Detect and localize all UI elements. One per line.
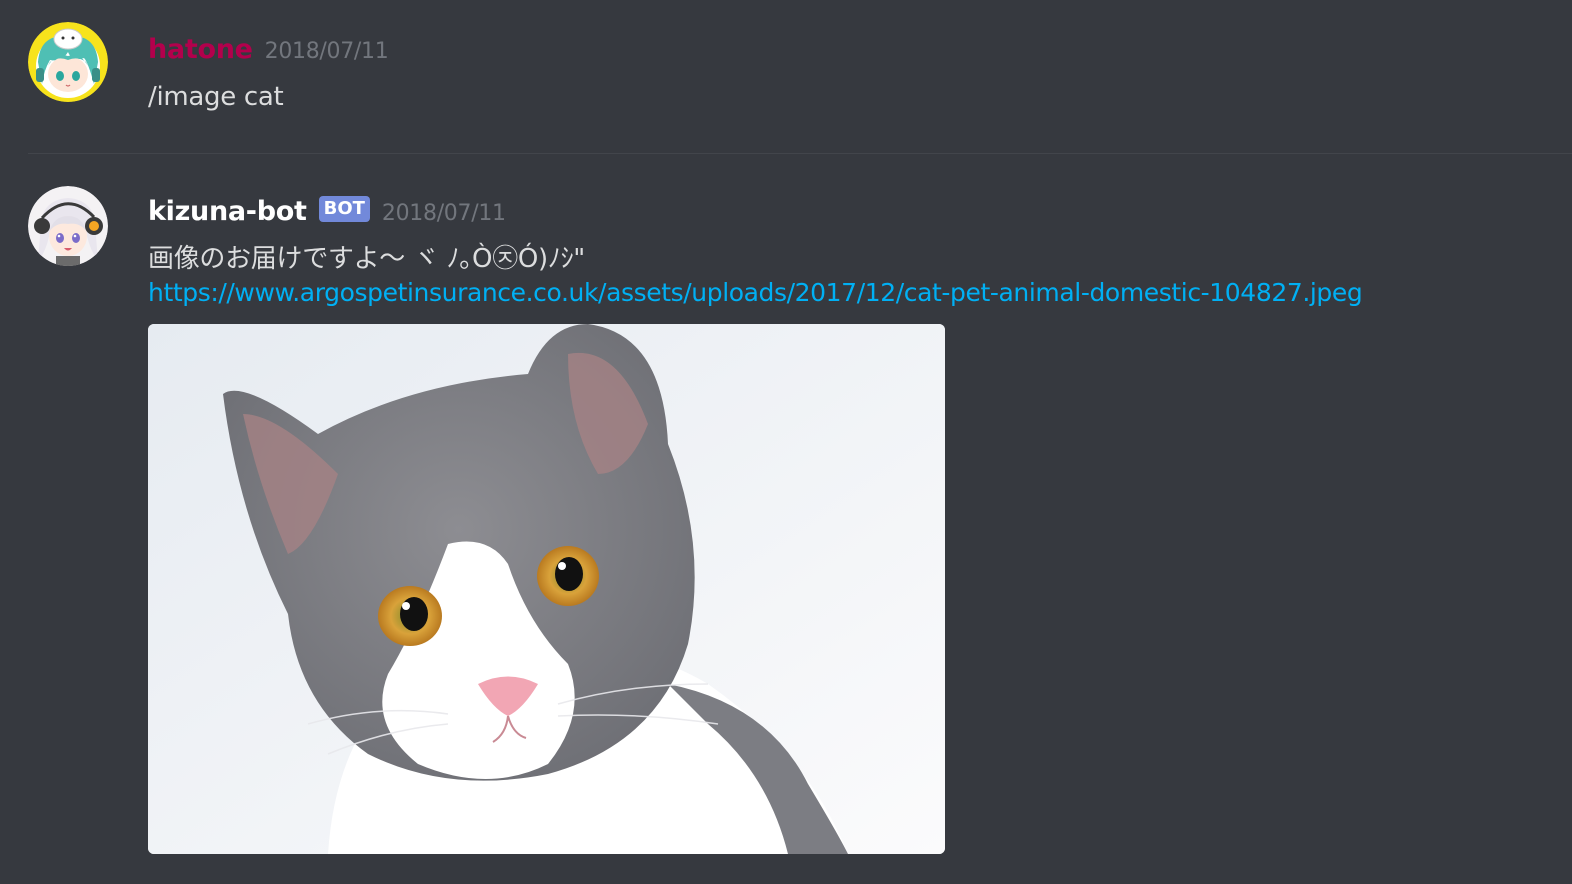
message-header: kizuna-bot BOT 2018/07/11 [148,196,506,228]
message-header: hatone 2018/07/11 [148,34,389,65]
message-text: 画像のお届けですよ〜 ヾ ﾉ｡Ò㉨Ó)ﾉｼ" [148,244,585,274]
username[interactable]: kizuna-bot [148,196,307,227]
anime-girl-headphones-avatar-icon [28,186,108,266]
embedded-cat-image[interactable] [148,324,945,854]
image-link[interactable]: https://www.argospetinsurance.co.uk/asse… [148,276,1363,310]
message-item[interactable]: kizuna-bot BOT 2018/07/11 画像のお届けですよ〜 ヾ ﾉ… [0,154,1572,884]
chat-messages: hatone 2018/07/11 /image cat kizuna-bot … [0,0,1572,884]
message-content: 画像のお届けですよ〜 ヾ ﾉ｡Ò㉨Ó)ﾉｼ" https://www.argos… [148,242,1363,310]
message-content: /image cat [148,80,284,114]
timestamp: 2018/07/11 [264,39,389,64]
timestamp: 2018/07/11 [381,201,506,226]
message-text: /image cat [148,82,284,112]
username[interactable]: hatone [148,34,253,65]
message-item[interactable]: hatone 2018/07/11 /image cat [0,0,1572,154]
bot-avatar[interactable] [28,186,108,266]
bot-tag: BOT [318,196,370,222]
cat-photo-icon [148,324,945,854]
anime-girl-avatar-icon [28,22,108,102]
user-avatar[interactable] [28,22,108,102]
